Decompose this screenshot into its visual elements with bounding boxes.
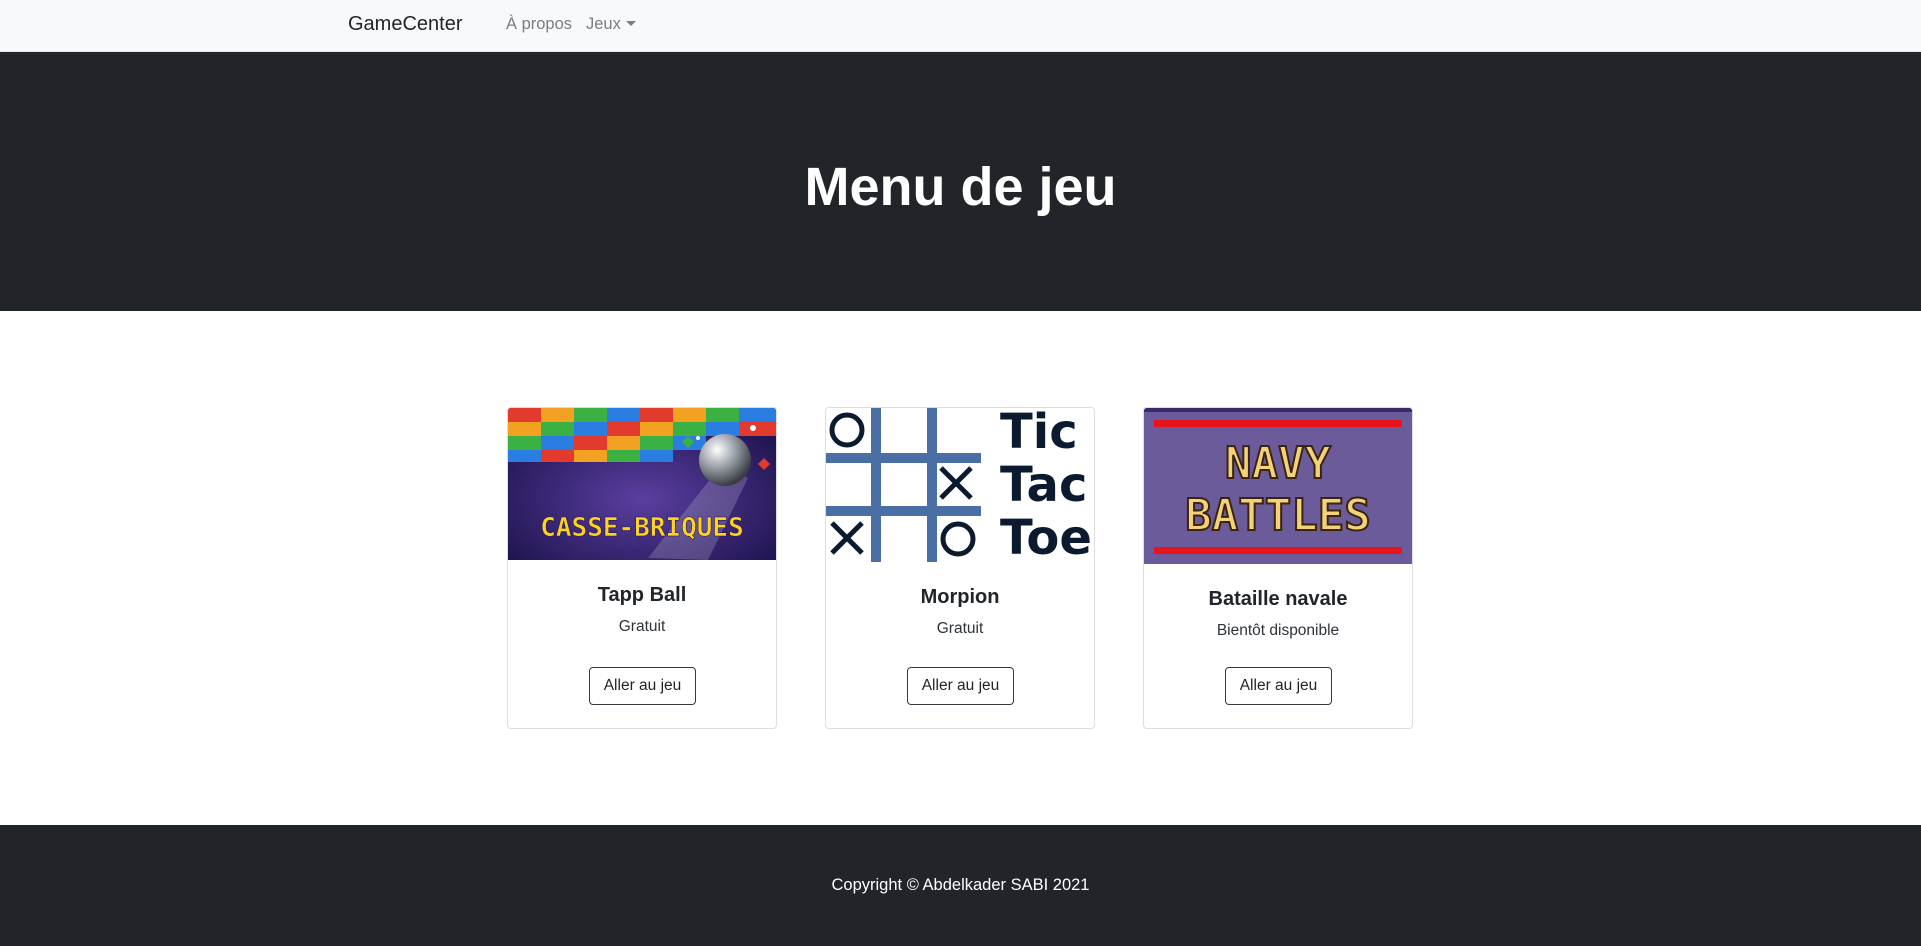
card-title: Morpion — [920, 586, 1000, 608]
go-to-game-button[interactable]: Aller au jeu — [1225, 667, 1332, 705]
navbar: GameCenter À propos Jeux — [0, 0, 1921, 52]
caret-down-icon — [625, 21, 636, 26]
card-availability: Bientôt disponible — [1216, 622, 1340, 639]
nav-dropdown-games-label: Jeux — [586, 15, 621, 33]
game-card-morpion: Tic Tac Toe Morpion Gratuit Aller au jeu — [825, 407, 1095, 729]
tic-word: Tic — [1000, 408, 1078, 460]
card-title: Tapp Ball — [597, 584, 687, 606]
game-card-tapp-ball: CASSE-BRIQUES Tapp Ball Gratuit Aller au… — [507, 407, 777, 729]
game-image-casse-briques: CASSE-BRIQUES — [508, 408, 776, 560]
navy-word: NAVY — [1225, 438, 1331, 489]
game-card-bataille-navale: NAVY BATTLES Bataille navale Bientôt dis… — [1143, 407, 1413, 729]
brand-link[interactable]: GameCenter — [348, 13, 463, 36]
nav-link-about[interactable]: À propos — [506, 15, 572, 34]
game-image-navy-battles: NAVY BATTLES — [1144, 408, 1412, 564]
game-image-tic-tac-toe: Tic Tac Toe — [826, 408, 1094, 562]
battles-word: BATTLES — [1185, 490, 1370, 541]
card-price: Gratuit — [618, 618, 666, 635]
page-title: Menu de jeu — [804, 157, 1117, 217]
casse-briques-logo-text: CASSE-BRIQUES — [540, 513, 744, 543]
nav-dropdown-games[interactable]: Jeux — [586, 15, 636, 34]
hero-banner: Menu de jeu — [0, 52, 1921, 311]
footer: Copyright © Abdelkader SABI 2021 — [0, 825, 1921, 946]
card-price: Gratuit — [936, 620, 984, 637]
card-title: Bataille navale — [1208, 588, 1348, 610]
tac-word: Tac — [1000, 457, 1087, 513]
go-to-game-button[interactable]: Aller au jeu — [589, 667, 696, 705]
toe-word: Toe — [1000, 510, 1092, 562]
go-to-game-button[interactable]: Aller au jeu — [907, 667, 1014, 705]
copyright-text: Copyright © Abdelkader SABI 2021 — [831, 876, 1090, 894]
